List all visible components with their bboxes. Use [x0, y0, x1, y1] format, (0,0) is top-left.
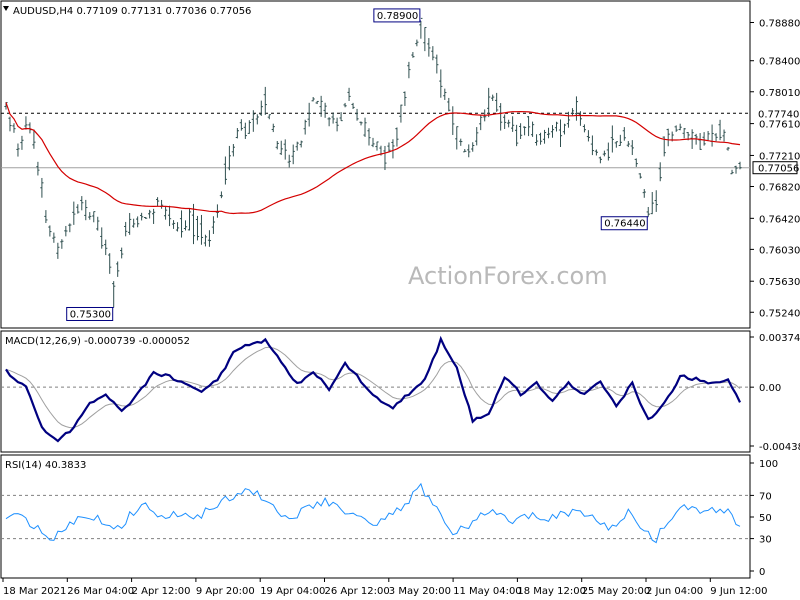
price-y-tick-label: 0.76820 [759, 182, 800, 193]
chart-title-text: AUDUSD,H4 0.77109 0.77131 0.77036 0.7705… [13, 6, 251, 17]
macd-y-tick-label: 0.00 [759, 383, 781, 394]
x-tick-label: 18 Mar 2021 [3, 586, 66, 597]
price-y-tick-label: 0.78880 [759, 19, 800, 30]
price-y-tick-label: 0.77610 [759, 120, 800, 131]
macd-y-tick-label: 0.003742 [759, 333, 800, 344]
x-tick-label: 19 Apr 04:00 [260, 586, 325, 597]
rsi-y-tick-label: 50 [759, 513, 772, 524]
rsi-y-tick-label: 70 [759, 491, 772, 502]
price-y-tick-label: 0.75630 [759, 277, 800, 288]
price-y-tick-label: 0.76030 [759, 245, 800, 256]
rsi-title: RSI(14) 40.3833 [5, 460, 86, 471]
price-y-tick-label: 0.75240 [759, 308, 800, 319]
macd-title: MACD(12,26,9) -0.000739 -0.000052 [5, 336, 190, 347]
x-tick-label: 18 May 12:00 [517, 586, 586, 597]
x-tick-label: 9 Jun 12:00 [710, 586, 767, 597]
chart-canvas: 0.78900 0.75300 0.76440 ActionForex.com 0.… [0, 0, 800, 600]
watermark: ActionForex.com [408, 262, 608, 290]
x-tick-label: 25 May 20:00 [582, 586, 651, 597]
price-level-tag-label: 0.77056 [758, 164, 799, 175]
x-tick-label: 11 May 04:00 [453, 586, 522, 597]
rsi-y-tick-label: 30 [759, 535, 772, 546]
annotation-label: 0.75300 [70, 309, 111, 320]
rsi-y-tick-label: 100 [759, 459, 778, 470]
x-tick-label: 26 Mar 04:00 [67, 586, 134, 597]
chart-title: AUDUSD,H4 0.77109 0.77131 0.77036 0.7705… [3, 6, 251, 17]
x-tick-label: 9 Apr 20:00 [196, 586, 255, 597]
annotation-label: 0.78900 [377, 11, 418, 22]
annotation-label: 0.76440 [604, 219, 645, 230]
x-tick-label: 26 Apr 12:00 [325, 586, 390, 597]
x-tick-label: 2 Jun 04:00 [646, 586, 703, 597]
rsi-y-tick-label: 0 [759, 567, 765, 578]
price-y-tick-label: 0.78010 [759, 88, 800, 99]
macd-y-tick-label: -0.004389 [759, 442, 800, 453]
price-y-tick-label: 0.77210 [759, 151, 800, 162]
x-tick-label: 2 Apr 12:00 [132, 586, 191, 597]
x-tick-label: 3 May 20:00 [389, 586, 451, 597]
price-level-tag-label: 0.77740 [758, 109, 799, 120]
price-y-tick-label: 0.78400 [759, 57, 800, 68]
price-y-tick-label: 0.76420 [759, 214, 800, 225]
